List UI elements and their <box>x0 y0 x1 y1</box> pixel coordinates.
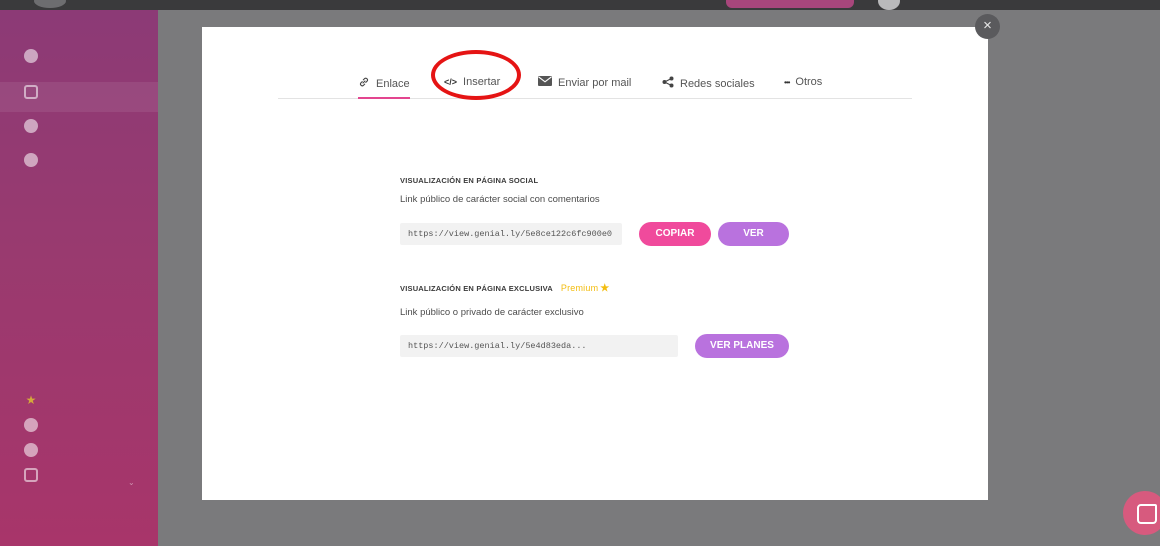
avatar <box>878 0 900 10</box>
app-topbar <box>0 0 1160 10</box>
sidebar-item-create <box>24 49 50 63</box>
tab-enlace[interactable]: Enlace <box>358 76 410 99</box>
copy-button[interactable]: COPIAR <box>639 222 711 246</box>
star-icon: ★ <box>600 283 610 294</box>
help-icon <box>24 443 38 457</box>
view-button[interactable]: VER <box>718 222 789 246</box>
plus-icon <box>24 49 38 63</box>
user-icon <box>24 153 38 167</box>
chat-icon <box>1137 504 1157 524</box>
sidebar-item-creations <box>24 85 50 99</box>
premium-badge: Premium <box>560 283 599 293</box>
social-url-field[interactable] <box>400 223 622 245</box>
sidebar-item-help <box>24 443 50 457</box>
topbar-action-button <box>726 0 854 8</box>
tab-label: Enviar por mail <box>558 76 632 89</box>
share-tabs: Enlace </> Insertar Enviar por mail Rede… <box>278 64 912 99</box>
view-plans-button[interactable]: VER PLANES <box>695 334 789 358</box>
highlight-annotation-circle <box>431 50 521 100</box>
tour-icon <box>24 418 38 432</box>
exclusive-title-text: VISUALIZACIÓN EN PÁGINA EXCLUSIVA <box>400 284 553 293</box>
chat-support-button[interactable] <box>1123 491 1160 535</box>
social-section-title: VISUALIZACIÓN EN PÁGINA SOCIAL <box>400 176 539 185</box>
tab-redes-sociales[interactable]: Redes sociales <box>662 76 755 91</box>
sidebar: ★ ⌄ <box>0 10 158 546</box>
app-logo <box>34 0 66 8</box>
tab-enviar-mail[interactable]: Enviar por mail <box>538 76 631 89</box>
chevron-down-icon: ⌄ <box>128 478 135 487</box>
exclusive-url-field[interactable] <box>400 335 678 357</box>
share-icon <box>662 76 674 91</box>
exclusive-section-title: VISUALIZACIÓN EN PÁGINA EXCLUSIVA Premium… <box>400 283 609 294</box>
tab-label: Otros <box>795 76 823 88</box>
share-modal: Enlace </> Insertar Enviar por mail Rede… <box>202 27 988 500</box>
sidebar-item-inspiration <box>24 119 50 133</box>
sidebar-item-tour <box>24 418 50 432</box>
link-icon <box>358 76 370 91</box>
active-tab-indicator <box>358 97 410 99</box>
tab-label: Enlace <box>376 77 410 90</box>
chat-icon <box>24 468 38 482</box>
mail-icon <box>538 76 552 89</box>
sidebar-item-people <box>24 153 50 167</box>
star-icon: ★ <box>25 393 37 407</box>
more-icon: ••• <box>784 77 790 87</box>
social-section-description: Link público de carácter social con come… <box>400 194 600 205</box>
exclusive-section-description: Link público o privado de carácter exclu… <box>400 307 584 318</box>
tab-label: Redes sociales <box>680 77 755 90</box>
sidebar-item-plans: ★ <box>24 393 50 407</box>
folder-icon <box>24 85 38 99</box>
search-icon <box>24 119 38 133</box>
close-icon[interactable]: × <box>975 14 1000 39</box>
sidebar-item-language <box>24 468 50 482</box>
tab-otros[interactable]: ••• Otros <box>784 76 822 88</box>
